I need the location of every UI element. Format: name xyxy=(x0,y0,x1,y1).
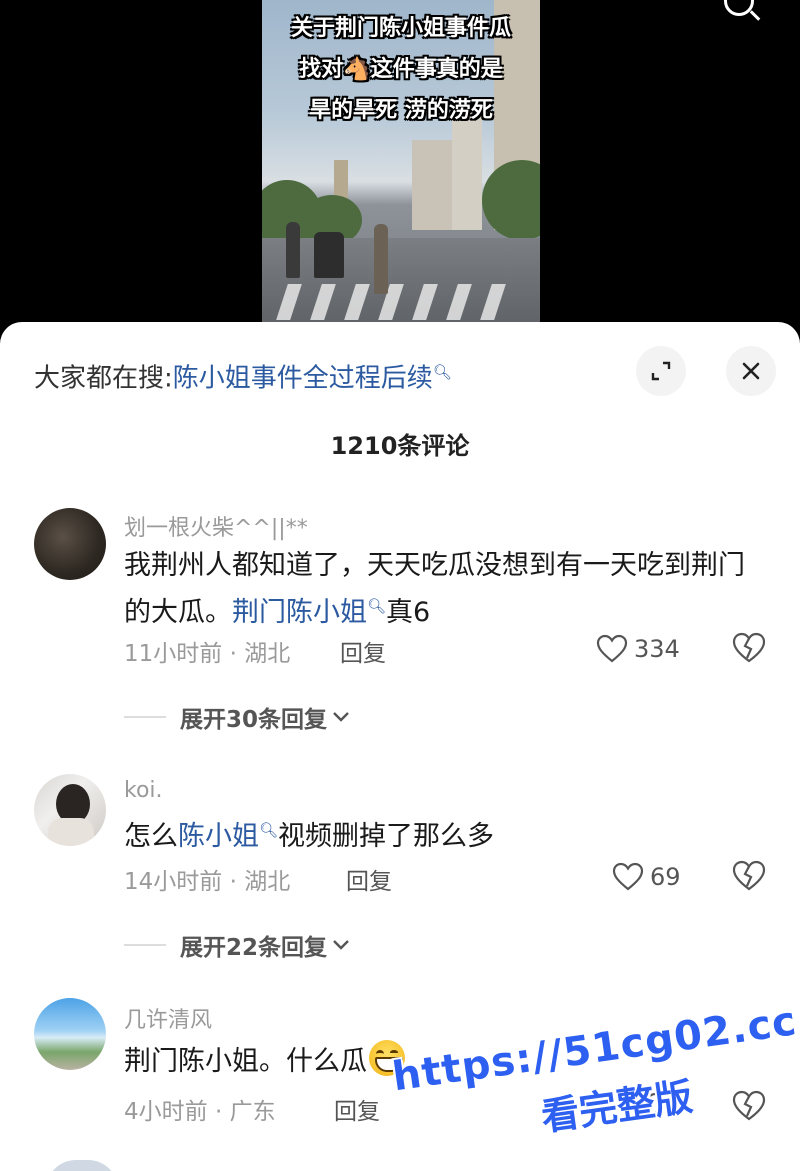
chevron-down-icon xyxy=(331,932,351,958)
search-icon: 🔍︎ xyxy=(259,821,279,839)
reply-button[interactable]: 回复 xyxy=(340,634,386,668)
search-icon[interactable] xyxy=(724,0,754,16)
like-button[interactable]: 334 xyxy=(596,632,680,666)
video-player[interactable]: 关于荆门陈小姐事件瓜 找对🐴这件事真的是 旱的旱死 涝的涝死 xyxy=(0,0,800,340)
comment-text: 怎么陈小姐🔍︎视频删掉了那么多 xyxy=(124,810,764,857)
chevron-down-icon xyxy=(331,704,351,730)
avatar[interactable] xyxy=(46,1160,118,1171)
comment-sheet: 大家都在搜:陈小姐事件全过程后续🔍︎ 1210条评论 划一根火柴^^||** 我… xyxy=(0,322,800,1171)
comment-meta: 14小时前 · 湖北 xyxy=(124,869,291,895)
like-button[interactable]: 69 xyxy=(612,860,681,894)
comment-text-body: 我荆州人都知道了，天天吃瓜没想到有一天吃到荆门的大瓜。 xyxy=(124,550,745,628)
search-suggestion[interactable]: 大家都在搜:陈小姐事件全过程后续🔍︎ xyxy=(34,352,452,394)
comment-search-link[interactable]: 陈小姐 xyxy=(178,821,259,852)
broken-heart-icon xyxy=(732,860,766,891)
avatar[interactable] xyxy=(34,774,106,846)
dislike-button[interactable] xyxy=(732,860,766,894)
search-suggestion-term[interactable]: 陈小姐事件全过程后续 xyxy=(173,364,433,394)
reply-button[interactable]: 回复 xyxy=(346,862,392,896)
expand-replies-button[interactable]: 展开22条回复 xyxy=(124,928,351,962)
heart-icon xyxy=(612,862,644,891)
comment-text-body: 真6 xyxy=(386,597,431,628)
like-button[interactable]: 3 xyxy=(632,1090,685,1124)
comment-count: 1210条评论 xyxy=(330,432,470,460)
expand-button[interactable] xyxy=(636,346,686,396)
comment-username[interactable]: 几许清风 xyxy=(124,1002,212,1034)
comment-meta: 11小时前 · 湖北 xyxy=(124,641,291,667)
comment-username[interactable]: koi. xyxy=(124,778,163,803)
avatar[interactable] xyxy=(34,508,106,580)
reply-button[interactable]: 回复 xyxy=(334,1092,380,1126)
expand-icon xyxy=(651,361,671,381)
comment-search-link[interactable]: 荆门陈小姐 xyxy=(232,597,367,628)
expand-replies-label: 展开22条回复 xyxy=(180,935,328,961)
video-caption: 关于荆门陈小姐事件瓜 找对🐴这件事真的是 旱的旱死 涝的涝死 xyxy=(262,8,540,131)
video-caption-line: 关于荆门陈小姐事件瓜 xyxy=(290,16,511,41)
close-button[interactable] xyxy=(726,346,776,396)
dislike-button[interactable] xyxy=(732,632,766,666)
grinning-face-emoji xyxy=(369,1040,405,1076)
video-caption-line: 旱的旱死 涝的涝死 xyxy=(309,98,493,123)
video-caption-line: 找对🐴这件事真的是 xyxy=(299,57,503,82)
search-icon: 🔍︎ xyxy=(432,363,452,381)
broken-heart-icon xyxy=(732,1090,766,1121)
close-icon xyxy=(742,362,760,380)
dislike-button[interactable] xyxy=(732,1090,766,1124)
comment-text-body: 视频删掉了那么多 xyxy=(278,821,495,852)
like-count: 334 xyxy=(634,635,680,663)
expand-replies-button[interactable]: 展开30条回复 xyxy=(124,700,351,734)
comment-username[interactable]: 划一根火柴^^||** xyxy=(124,510,308,542)
expand-replies-label: 展开30条回复 xyxy=(180,707,328,733)
broken-heart-icon xyxy=(732,632,766,663)
like-count: 3 xyxy=(670,1093,686,1121)
like-count: 69 xyxy=(650,863,681,891)
comment-text: 荆门陈小姐。什么瓜 xyxy=(124,1040,764,1082)
comment-text-body: 怎么 xyxy=(124,821,178,852)
comment-meta: 4小时前 · 广东 xyxy=(124,1099,276,1125)
avatar[interactable] xyxy=(34,998,106,1070)
comment-text: 我荆州人都知道了，天天吃瓜没想到有一天吃到荆门的大瓜。荆门陈小姐🔍︎真6 xyxy=(124,546,764,633)
search-icon: 🔍︎ xyxy=(367,597,387,615)
heart-icon xyxy=(632,1092,664,1121)
comment-text-body: 荆门陈小姐。什么瓜 xyxy=(124,1046,367,1077)
heart-icon xyxy=(596,634,628,663)
search-suggestion-prefix: 大家都在搜: xyxy=(34,363,173,394)
